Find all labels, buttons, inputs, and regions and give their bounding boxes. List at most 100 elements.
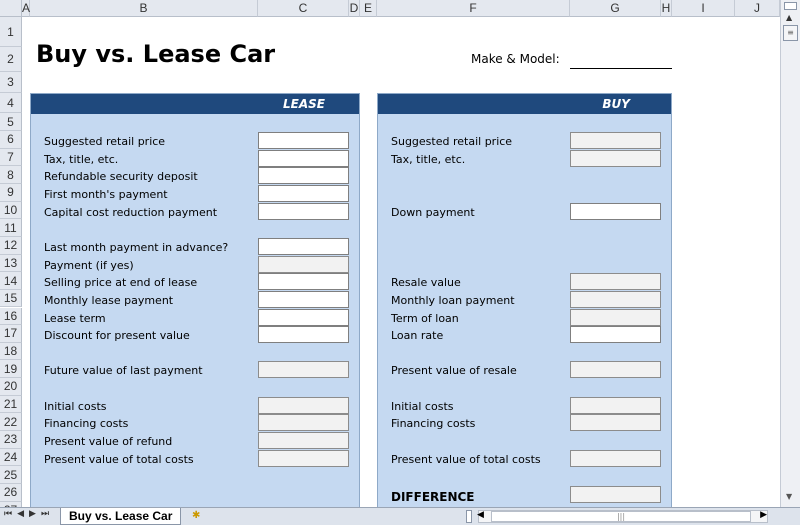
select-all-corner[interactable]: [0, 0, 22, 17]
lease-input-cell[interactable]: [258, 132, 349, 149]
row-header-15[interactable]: 15: [0, 289, 22, 308]
scroll-thumb[interactable]: ≡: [783, 25, 798, 41]
row-header-20[interactable]: 20: [0, 378, 22, 396]
lease-header: LEASE: [31, 94, 359, 114]
buy-label: Initial costs: [391, 399, 454, 413]
lease-input-cell[interactable]: [258, 149, 349, 167]
lease-input-cell[interactable]: [258, 449, 349, 467]
row-header-17[interactable]: 17: [0, 325, 22, 343]
hscroll-thumb[interactable]: |||: [491, 511, 751, 522]
buy-input-cell[interactable]: [570, 290, 661, 308]
row-header-4[interactable]: 4: [0, 93, 22, 113]
column-header-H[interactable]: H: [661, 0, 672, 17]
sheet-tab-buy-vs-lease[interactable]: Buy vs. Lease Car: [60, 508, 182, 525]
column-header-D[interactable]: D: [349, 0, 360, 17]
buy-label: Loan rate: [391, 329, 444, 343]
column-header-C[interactable]: C: [258, 0, 349, 17]
row-header-19[interactable]: 19: [0, 360, 22, 379]
lease-input-cell[interactable]: [258, 167, 349, 185]
column-header-F[interactable]: F: [377, 0, 570, 17]
row-header-18[interactable]: 18: [0, 342, 22, 361]
row-header-16[interactable]: 16: [0, 307, 22, 326]
buy-input-cell[interactable]: [570, 361, 661, 379]
column-header-B[interactable]: B: [30, 0, 258, 17]
lease-input-cell[interactable]: [258, 202, 349, 220]
buy-panel: BUY Suggested retail price Tax, title, et…: [377, 93, 672, 513]
buy-label: Present value of total costs: [391, 452, 541, 466]
row-header-6[interactable]: 6: [0, 131, 22, 149]
vertical-scrollbar[interactable]: ▲ ≡ ▼: [780, 0, 800, 507]
make-model-input[interactable]: [570, 68, 672, 69]
column-header-J[interactable]: J: [735, 0, 780, 17]
lease-input-cell[interactable]: [258, 237, 349, 255]
scroll-right-icon[interactable]: ▶: [760, 510, 767, 520]
lease-input-cell[interactable]: [258, 432, 349, 450]
lease-input-cell[interactable]: [258, 273, 349, 291]
buy-header: BUY: [378, 94, 671, 114]
page-title: Buy vs. Lease Car: [36, 40, 276, 68]
split-handle[interactable]: [784, 2, 797, 10]
row-header-5[interactable]: 5: [0, 113, 22, 131]
row-header-1[interactable]: 1: [0, 17, 22, 47]
buy-input-cell[interactable]: [570, 449, 661, 467]
buy-label: Term of loan: [391, 311, 459, 325]
buy-input-cell[interactable]: [570, 202, 661, 220]
lease-input-cell[interactable]: [258, 255, 349, 273]
buy-input-cell[interactable]: [570, 486, 661, 503]
row-header-8[interactable]: 8: [0, 166, 22, 184]
buy-input-cell[interactable]: [570, 273, 661, 291]
scroll-left-icon[interactable]: ◀: [477, 510, 484, 520]
lease-input-cell[interactable]: [258, 184, 349, 202]
lease-label: Discount for present value: [44, 329, 190, 343]
row-header-22[interactable]: 22: [0, 413, 22, 432]
lease-input-cell[interactable]: [258, 308, 349, 326]
column-header-G[interactable]: G: [570, 0, 661, 17]
lease-label: Payment (if yes): [44, 258, 134, 272]
row-header-26[interactable]: 26: [0, 484, 22, 502]
lease-input-cell[interactable]: [258, 414, 349, 432]
lease-label: Capital cost reduction payment: [44, 205, 218, 219]
lease-input-cell[interactable]: [258, 361, 349, 379]
lease-label: Selling price at end of lease: [44, 276, 198, 290]
buy-label: Tax, title, etc.: [391, 152, 466, 166]
column-header-A[interactable]: A: [22, 0, 30, 17]
row-header-12[interactable]: 12: [0, 236, 22, 255]
buy-input-cell[interactable]: [570, 308, 661, 326]
row-header-9[interactable]: 9: [0, 183, 22, 202]
scroll-down-icon[interactable]: ▼: [786, 492, 792, 501]
lease-label: Refundable security deposit: [44, 170, 198, 184]
row-header-14[interactable]: 14: [0, 272, 22, 290]
column-header-I[interactable]: I: [672, 0, 735, 17]
lease-panel: LEASE Suggested retail price Tax, title, …: [30, 93, 360, 513]
lease-input-cell[interactable]: [258, 326, 349, 344]
buy-label: Financing costs: [391, 417, 476, 431]
buy-input-cell[interactable]: [570, 132, 661, 149]
buy-label: Monthly loan payment: [391, 293, 515, 307]
column-header-E[interactable]: E: [360, 0, 377, 17]
lease-label: Present value of refund: [44, 435, 173, 449]
lease-input-cell[interactable]: [258, 396, 349, 414]
buy-input-cell[interactable]: [570, 396, 661, 414]
row-header-11[interactable]: 11: [0, 219, 22, 237]
row-header-3[interactable]: 3: [0, 72, 22, 93]
row-header-13[interactable]: 13: [0, 254, 22, 273]
buy-input-cell[interactable]: [570, 149, 661, 167]
buy-input-cell[interactable]: [570, 414, 661, 432]
make-model-label: Make & Model:: [471, 52, 560, 66]
row-header-25[interactable]: 25: [0, 466, 22, 484]
tab-nav-arrows-icon[interactable]: ⏮◀▶⏭: [4, 509, 54, 519]
scroll-up-icon[interactable]: ▲: [786, 13, 792, 22]
row-header-2[interactable]: 2: [0, 47, 22, 72]
lease-input-cell[interactable]: [258, 290, 349, 308]
lease-label: Monthly lease payment: [44, 293, 174, 307]
row-header-24[interactable]: 24: [0, 448, 22, 467]
row-header-21[interactable]: 21: [0, 395, 22, 414]
horizontal-scrollbar[interactable]: ◀ ||| ▶: [477, 510, 768, 523]
row-header-7[interactable]: 7: [0, 148, 22, 167]
buy-input-cell[interactable]: [570, 326, 661, 344]
insert-sheet-icon[interactable]: ✱: [192, 510, 208, 523]
tab-split-handle[interactable]: [466, 510, 472, 523]
buy-label: Suggested retail price: [391, 135, 513, 148]
row-header-10[interactable]: 10: [0, 201, 22, 220]
row-header-23[interactable]: 23: [0, 431, 22, 449]
